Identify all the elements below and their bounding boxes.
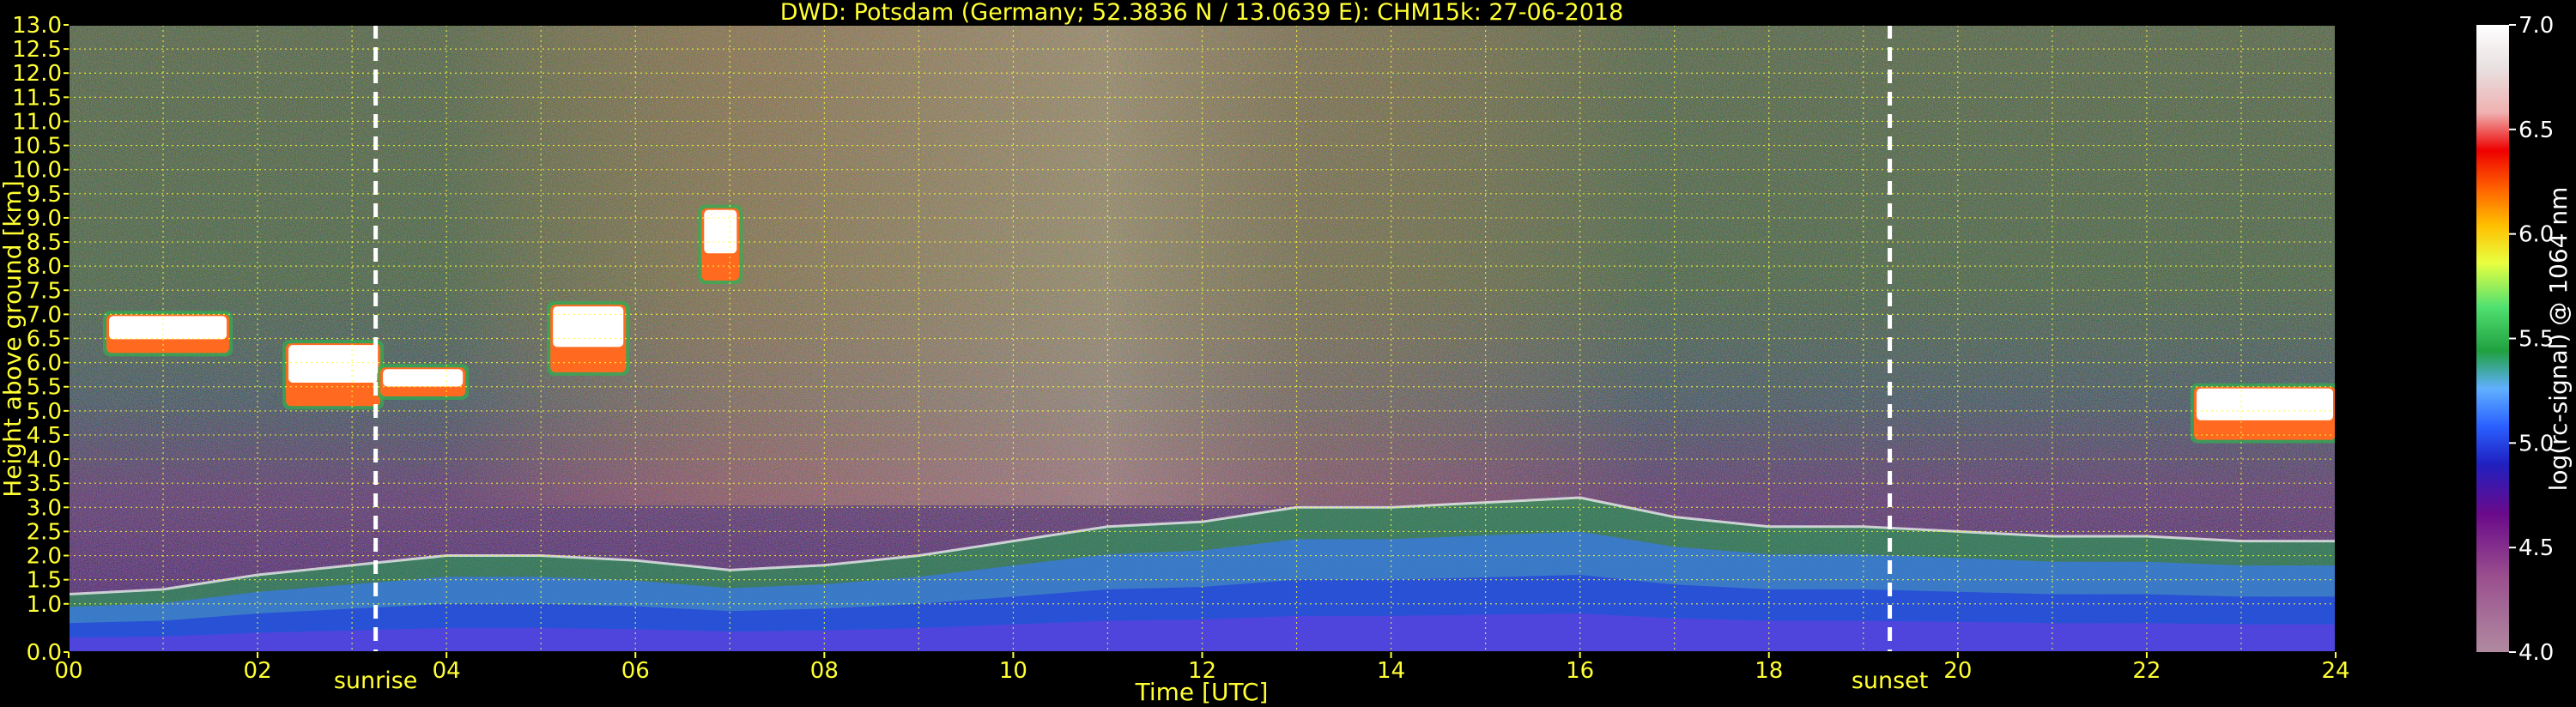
cloud-core (553, 306, 624, 347)
y-tick-label: 2.0 (27, 544, 62, 570)
y-axis-label: Height above ground [km] (0, 180, 27, 498)
cloud-core (109, 316, 227, 340)
x-tick-label: 08 (810, 658, 839, 684)
x-tick-label: 06 (621, 658, 650, 684)
y-tick-label: 1.5 (27, 568, 62, 594)
x-tick-label: 24 (2321, 658, 2349, 684)
cloud-core (704, 209, 737, 254)
x-tick-label: 16 (1566, 658, 1594, 684)
y-tick-label: 4.5 (27, 423, 62, 449)
y-tick-label: 2.5 (27, 519, 62, 545)
x-tick-label: 22 (2132, 658, 2161, 684)
x-tick-label: 20 (1943, 658, 1972, 684)
y-tick-label: 1.0 (27, 592, 62, 618)
sun-event-labels: sunrise sunset (334, 668, 1929, 694)
y-tick-label: 8.0 (27, 254, 62, 280)
y-tick-label: 9.5 (27, 182, 62, 208)
colorbar-gradient (2476, 25, 2509, 652)
y-tick-label: 4.0 (27, 447, 62, 473)
y-tick-label: 10.5 (12, 134, 62, 160)
y-tick-label: 8.5 (27, 230, 62, 256)
x-tick-label: 04 (433, 658, 461, 684)
cloud-core (288, 345, 379, 383)
y-tick-label: 10.0 (12, 158, 62, 184)
y-tick-label: 7.0 (27, 302, 62, 328)
x-tick-label: 00 (54, 658, 82, 684)
y-tick-label: 3.0 (27, 495, 62, 521)
y-tick-label: 12.0 (12, 61, 62, 87)
y-tick-label: 6.5 (27, 327, 62, 353)
y-tick-label: 6.0 (27, 351, 62, 377)
x-axis-label: Time [UTC] (1135, 678, 1269, 706)
y-tick-label: 13.0 (12, 13, 62, 39)
colorbar-tick-label: 4.5 (2518, 535, 2554, 561)
y-tick-label: 11.0 (12, 109, 62, 135)
y-tick-label: 9.0 (27, 206, 62, 232)
y-tick-label: 7.5 (27, 278, 62, 304)
chart-title: DWD: Potsdam (Germany; 52.3836 N / 13.06… (780, 0, 1624, 26)
cloud-core (383, 369, 464, 387)
y-tick-label: 3.5 (27, 471, 62, 497)
sun-event-label: sunrise (334, 668, 418, 694)
ceilometer-chart: DWD: Potsdam (Germany; 52.3836 N / 13.06… (0, 0, 2573, 706)
colorbar: 4.04.55.05.56.06.57.0 (2476, 13, 2554, 666)
y-tick-label: 12.5 (12, 37, 62, 63)
x-tick-label: 02 (244, 658, 272, 684)
colorbar-tick-label: 7.0 (2518, 13, 2554, 39)
x-tick-label: 18 (1755, 658, 1783, 684)
x-tick-label: 14 (1377, 658, 1405, 684)
cloud-core (2196, 388, 2333, 420)
colorbar-tick-label: 4.0 (2518, 640, 2554, 666)
y-tick-label: 5.5 (27, 375, 62, 401)
y-tick-label: 11.5 (12, 85, 62, 111)
y-tick-label: 5.0 (27, 399, 62, 425)
colorbar-tick-label: 6.5 (2518, 118, 2554, 143)
colorbar-label: log(rc-signal) @ 1064 nm (2544, 187, 2573, 492)
sun-event-label: sunset (1852, 668, 1929, 694)
plot-area (69, 25, 2336, 652)
x-tick-label: 10 (999, 658, 1027, 684)
